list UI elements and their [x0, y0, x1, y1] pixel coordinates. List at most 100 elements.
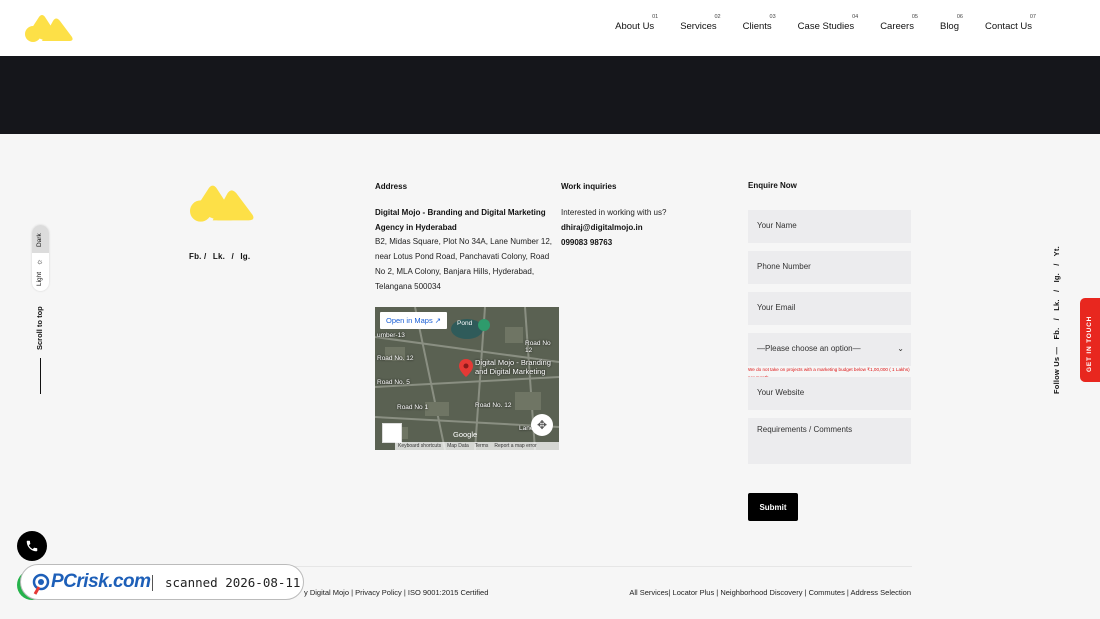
side-separator: / [1052, 289, 1061, 293]
side-youtube-link[interactable]: Yt. [1052, 246, 1061, 256]
google-map[interactable]: Open in Maps ↗ Pond umber-13 Road No. 12… [375, 307, 559, 450]
linkedin-link[interactable]: Lk. [213, 252, 225, 261]
call-button[interactable] [17, 531, 47, 561]
nav-number: 01 [652, 14, 659, 20]
scroll-to-top-button[interactable]: Scroll to top [35, 306, 44, 350]
comments-textarea[interactable]: Requirements / Comments [748, 418, 911, 464]
footer-legal-links[interactable]: y Digital Mojo | Privacy Policy | ISO 90… [304, 588, 488, 597]
nav-label: Careers [880, 21, 914, 32]
work-phone-link[interactable]: 099083 98763 [561, 235, 721, 250]
digital-mojo-logo[interactable] [24, 13, 74, 43]
nav-contact-us[interactable]: 07 Contact Us [985, 14, 1036, 32]
nav-label: Services [680, 21, 717, 32]
work-intro: Interested in working with us? [561, 208, 667, 217]
map-park-icon [478, 319, 490, 331]
comments-placeholder: Requirements / Comments [757, 425, 853, 434]
pcrisk-watermark: PCrisk.com scanned 2026-08-11 [20, 564, 304, 600]
google-logo: Google [453, 430, 478, 439]
map-pond-label: Pond [457, 320, 473, 327]
phone-placeholder: Phone Number [757, 262, 811, 271]
nav-clients[interactable]: 03 Clients [742, 14, 776, 32]
watermark-separator [152, 575, 153, 591]
map-road-label: Road No. 5 [377, 379, 410, 386]
main-nav: 01 About Us 02 Services 03 Clients 04 Case S… [589, 14, 1036, 32]
name-input[interactable]: Your Name [748, 210, 911, 243]
nav-label: About Us [615, 21, 655, 32]
budget-select[interactable]: —Please choose an option— ⌄ [748, 333, 911, 366]
get-in-touch-label[interactable]: GET IN TOUCH [1086, 316, 1093, 372]
nav-about-us[interactable]: 01 About Us [615, 14, 658, 32]
address-text: B2, Midas Square, Plot No 34A, Lane Numb… [375, 237, 552, 291]
map-road-label: Road No. 12 [377, 355, 414, 362]
nav-label: Clients [742, 21, 772, 32]
follow-us-label: Follow Us — [1052, 346, 1061, 394]
map-attribution: Keyboard shortcuts Map Data Terms Report… [395, 442, 559, 450]
email-input[interactable]: Your Email [748, 292, 911, 325]
sun-icon: ☼ [36, 257, 44, 266]
dark-mode-label: Dark [36, 233, 43, 247]
facebook-link[interactable]: Fb. / [189, 252, 206, 261]
map-road-label: umber-13 [377, 332, 405, 339]
chevron-down-icon: ⌄ [897, 344, 904, 353]
side-linkedin-link[interactable]: Lk. [1052, 299, 1061, 310]
map-data-link[interactable]: Map Data [447, 443, 469, 449]
map-layer-toggle[interactable] [382, 423, 402, 443]
nav-number: 03 [769, 14, 776, 20]
social-separator: / [231, 252, 234, 261]
footer-social-links: Fb. / Lk. / Ig. [189, 252, 254, 261]
open-in-maps-link[interactable]: Open in Maps ↗ [380, 312, 448, 329]
nav-number: 06 [956, 14, 963, 20]
phone-icon [26, 540, 38, 552]
map-place-label: Digital Mojo - Branding and Digital Mark… [475, 358, 551, 376]
theme-toggle[interactable]: Dark ☼ Light [32, 225, 49, 291]
open-in-maps-label: Open in Maps [386, 316, 433, 325]
instagram-link[interactable]: Ig. [240, 252, 250, 261]
keyboard-shortcuts-link[interactable]: Keyboard shortcuts [398, 443, 441, 449]
pcrisk-brand-text: PCrisk.com [51, 571, 151, 592]
work-inquiries-block: Interested in working with us? dhiraj@di… [561, 205, 721, 250]
nav-label: Blog [939, 21, 959, 32]
nav-label: Case Studies [797, 21, 855, 32]
address-title: Address [375, 182, 408, 191]
budget-select-value: —Please choose an option— [757, 344, 861, 353]
email-placeholder: Your Email [757, 303, 796, 312]
footer-logo[interactable] [188, 183, 256, 223]
phone-input[interactable]: Phone Number [748, 251, 911, 284]
nav-case-studies[interactable]: 04 Case Studies [797, 14, 859, 32]
website-placeholder: Your Website [757, 388, 805, 397]
dark-section [0, 56, 1100, 134]
nav-label: Contact Us [985, 21, 1032, 32]
side-separator: / [1052, 318, 1061, 321]
follow-us-links: Follow Us — Fb. / Lk. / Ig. / Yt. [1052, 241, 1061, 394]
work-inquiries-title: Work inquiries [561, 182, 617, 191]
map-pan-control-icon[interactable]: ✥ [531, 414, 553, 436]
nav-number: 07 [1029, 14, 1036, 20]
submit-button[interactable]: Submit [748, 493, 798, 521]
map-road-label: Road No 1 [397, 404, 429, 411]
map-terms-link[interactable]: Terms [475, 443, 489, 449]
site-header: 01 About Us 02 Services 03 Clients 04 Case S… [0, 0, 1100, 56]
footer-map-links[interactable]: All Services| Locator Plus | Neighborhoo… [629, 588, 911, 597]
map-road-label: Road No. 12 [475, 402, 512, 409]
external-link-icon: ↗ [434, 316, 442, 325]
address-company-name: Digital Mojo - Branding and Digital Mark… [375, 208, 546, 232]
side-instagram-link[interactable]: Ig. [1052, 273, 1061, 282]
nav-number: 04 [852, 14, 859, 20]
map-road-label: Road No 12 [525, 340, 551, 354]
enquire-now-title: Enquire Now [748, 181, 797, 190]
nav-number: 02 [714, 14, 721, 20]
side-separator: / [1052, 263, 1061, 266]
website-input[interactable]: Your Website [748, 377, 911, 410]
report-map-error-link[interactable]: Report a map error [494, 443, 536, 449]
name-placeholder: Your Name [757, 221, 797, 230]
work-email-link[interactable]: dhiraj@digitalmojo.in [561, 220, 721, 235]
nav-blog[interactable]: 06 Blog [939, 14, 963, 32]
nav-services[interactable]: 02 Services [680, 14, 720, 32]
side-facebook-link[interactable]: Fb. [1052, 328, 1061, 340]
scroll-line [40, 358, 41, 394]
light-mode-label: Light [36, 271, 43, 286]
nav-careers[interactable]: 05 Careers [880, 14, 918, 32]
map-pin-icon[interactable] [459, 359, 473, 377]
scanned-date: scanned 2026-08-11 [165, 575, 301, 590]
nav-number: 05 [911, 14, 918, 20]
